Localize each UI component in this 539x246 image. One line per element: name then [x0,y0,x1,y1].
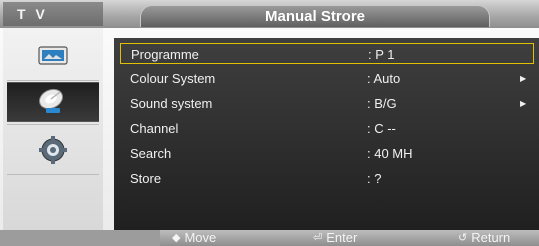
row-value: : Auto [367,71,401,86]
sidebar-divider [7,80,99,81]
move-hint: ◆ Move [172,230,216,246]
menu-row-channel[interactable]: Channel : C -- [120,118,534,139]
row-value: : ? [367,171,382,186]
manual-store-panel: Programme : P 1 Colour System : Auto ▶ S… [114,38,539,230]
sidebar-item-channel[interactable] [7,82,99,122]
sidebar-divider [7,174,99,175]
move-label: Move [184,230,217,245]
menu-title: Manual Strore [140,5,490,27]
picture-icon [38,46,68,65]
sidebar-item-setup[interactable] [7,130,99,170]
return-label: Return [471,230,511,245]
row-label: Sound system [130,96,213,111]
menu-row-store[interactable]: Store : ? [120,168,534,189]
enter-hint: ⏎ Enter [313,230,357,246]
enter-icon: ⏎ [313,232,323,244]
row-label: Store [130,171,162,186]
sidebar-item-picture[interactable] [7,36,99,76]
row-value: : B/G [367,96,397,111]
satellite-dish-icon [38,88,64,113]
chevron-right-icon: ▶ [520,99,527,108]
row-label: Colour System [130,71,216,86]
return-icon: ↺ [458,232,468,244]
return-hint: ↺ Return [458,230,510,246]
row-value: : P 1 [368,47,395,62]
menu-row-sound-system[interactable]: Sound system : B/G ▶ [120,93,534,114]
bottom-hint-bar: ◆ Move ⏎ Enter ↺ Return [0,230,539,246]
top-bar: T V Manual Strore [0,0,539,28]
row-label: Channel [130,121,179,136]
tv-osd-menu: T V Manual Strore Programme: P 1 Colour… [0,0,539,246]
gear-icon [39,136,67,164]
menu-row-search[interactable]: Search : 40 MH [120,143,534,164]
row-value: : C -- [367,121,396,136]
menu-row-colour-system[interactable]: Colour System : Auto ▶ [120,68,534,89]
menu-row-programme[interactable]: Programme : P 1 [120,43,534,64]
enter-label: Enter [326,230,358,245]
sidebar-divider [7,124,99,125]
sidebar [3,28,103,230]
chevron-right-icon: ▶ [520,74,527,83]
move-icon: ◆ [172,232,181,244]
row-label: Programme [131,47,199,62]
bottom-bar-shade [0,230,160,246]
source-tab[interactable]: T V [3,2,103,26]
row-value: : 40 MH [367,146,413,161]
row-label: Search [130,146,172,161]
